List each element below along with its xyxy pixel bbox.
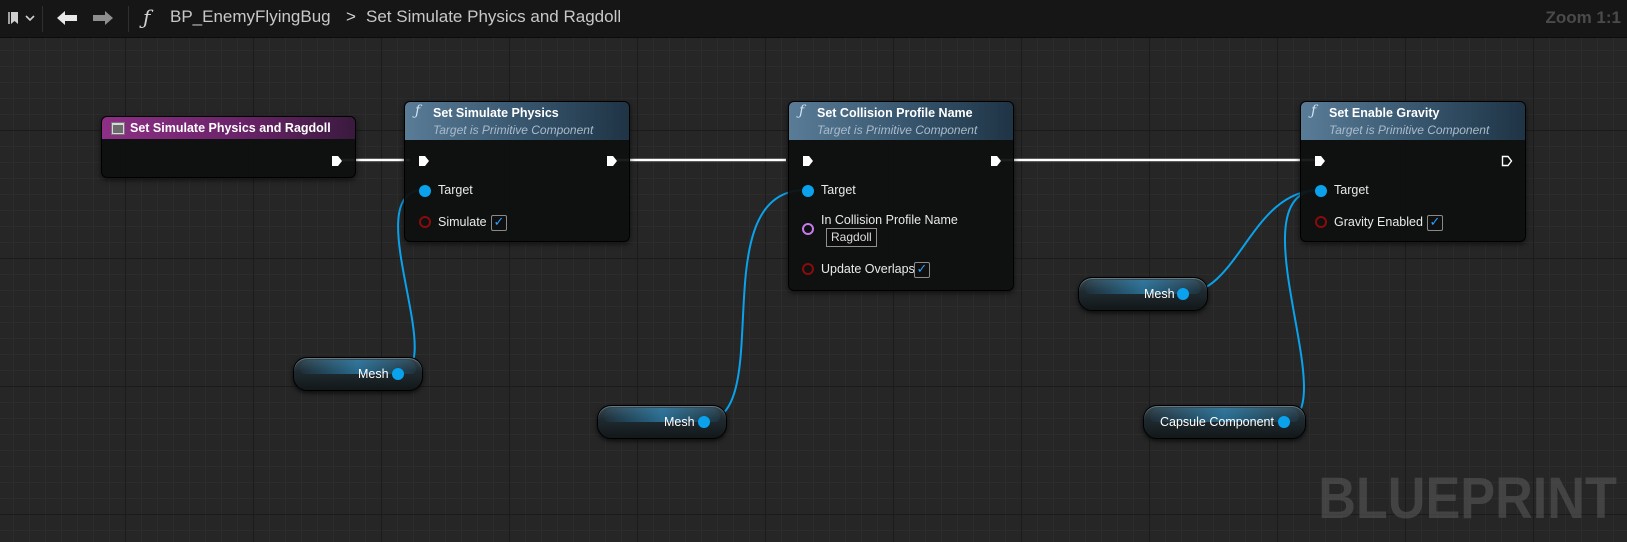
target-pin-label: Target [438,183,473,197]
blueprint-watermark: BLUEPRINT [1318,466,1617,531]
variable-label: Mesh [1144,287,1175,301]
node-title: Set Simulate Physics and Ragdoll [130,121,331,135]
node-title: Set Enable Gravity [1329,106,1440,120]
node-subtitle: Target is Primitive Component [1329,123,1490,137]
update-overlaps-checkbox[interactable]: ✓ [914,262,930,278]
exec-in-pin[interactable] [1314,155,1326,167]
variable-label: Mesh [358,367,389,381]
exec-in-pin[interactable] [802,155,814,167]
variable-label: Capsule Component [1160,415,1274,429]
exec-out-pin[interactable] [606,155,618,167]
exec-out-pin[interactable] [990,155,1002,167]
mesh-getter-node[interactable]: Mesh [293,357,423,391]
variable-label: Mesh [664,415,695,429]
simulate-pin-label: Simulate [438,215,487,229]
function-icon: ƒ [415,103,421,119]
mesh-getter-node[interactable]: Mesh [597,405,727,439]
target-pin-label: Target [1334,183,1369,197]
gravity-enabled-pin[interactable] [1315,216,1327,228]
exec-out-pin[interactable] [331,155,343,167]
node-title: Set Simulate Physics [433,106,559,120]
update-overlaps-label: Update Overlaps [821,262,915,276]
gravity-enabled-label: Gravity Enabled [1334,215,1423,229]
mesh-output-pin[interactable] [698,416,710,428]
function-icon: ƒ [799,103,805,119]
set-collision-profile-name-node[interactable]: ƒ Set Collision Profile Name Target is P… [788,101,1014,291]
simulate-pin[interactable] [419,216,431,228]
target-pin[interactable] [1315,185,1327,197]
set-simulate-physics-node[interactable]: ƒ Set Simulate Physics Target is Primiti… [404,101,630,242]
node-subtitle: Target is Primitive Component [817,123,978,137]
node-title: Set Collision Profile Name [817,106,973,120]
collision-profile-name-input[interactable]: Ragdoll [826,228,877,247]
function-entry-node[interactable]: Set Simulate Physics and Ragdoll [101,116,356,178]
node-subtitle: Target is Primitive Component [433,123,594,137]
gravity-enabled-checkbox[interactable]: ✓ [1427,215,1443,231]
collision-profile-name-pin[interactable] [802,223,814,235]
mesh-getter-node[interactable]: Mesh [1078,277,1208,311]
exec-out-pin-unconnected[interactable] [1501,155,1513,167]
capsule-component-output-pin[interactable] [1278,416,1290,428]
target-pin[interactable] [419,185,431,197]
collision-profile-name-label: In Collision Profile Name [821,213,958,227]
set-enable-gravity-node[interactable]: ƒ Set Enable Gravity Target is Primitive… [1300,101,1526,242]
mesh-output-pin[interactable] [392,368,404,380]
update-overlaps-pin[interactable] [802,263,814,275]
function-icon: ƒ [1311,103,1317,119]
mesh-output-pin[interactable] [1177,288,1189,300]
target-pin-label: Target [821,183,856,197]
exec-in-pin[interactable] [418,155,430,167]
simulate-checkbox[interactable]: ✓ [491,215,507,231]
function-entry-icon [111,122,125,135]
capsule-component-getter-node[interactable]: Capsule Component [1143,405,1306,439]
target-pin[interactable] [802,185,814,197]
